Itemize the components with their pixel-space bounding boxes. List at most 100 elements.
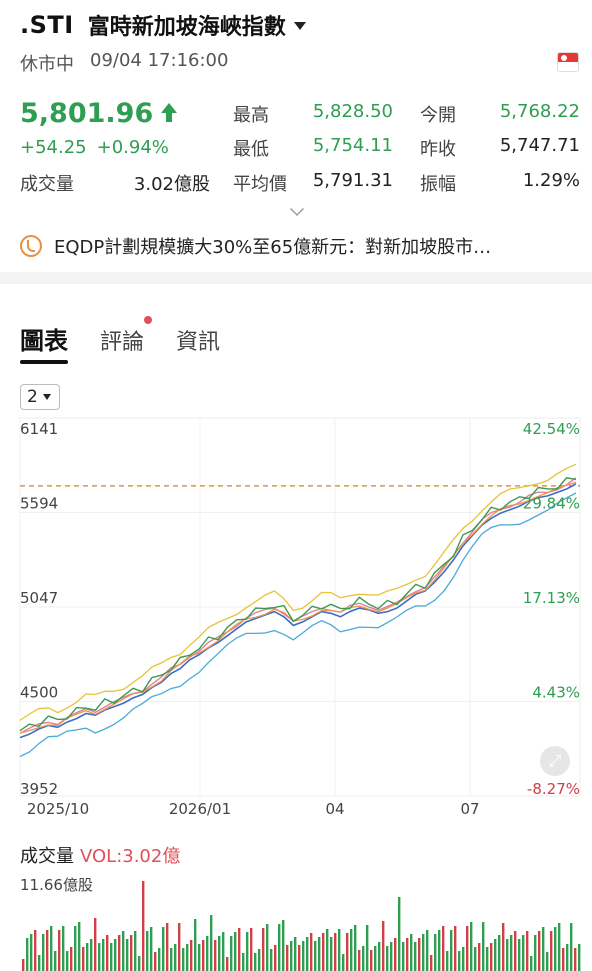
lower-band-line	[19, 492, 577, 758]
y-tick-label-percent: 42.54%	[523, 420, 580, 438]
volume-bar	[238, 928, 241, 971]
symbol-selector[interactable]: .STI 富時新加坡海峽指數	[20, 8, 306, 42]
period-selector[interactable]: 2	[20, 384, 60, 410]
stat-low: 最低 5,754.11	[233, 135, 393, 160]
volume-bar	[326, 929, 329, 971]
volume-bar	[390, 942, 393, 971]
price-chart-svg: 6141 5594 5047 4500 3952 42.54% 29.84% 17.13% 4.…	[19, 417, 581, 818]
volume-bar	[430, 955, 433, 971]
volume-bar	[394, 938, 397, 971]
tab-info[interactable]: 資訊	[176, 324, 220, 356]
chevron-down-icon	[42, 394, 51, 400]
volume-bar	[94, 918, 97, 971]
content-tabs: 圖表 評論 資訊	[20, 316, 252, 364]
volume-bar	[138, 956, 141, 971]
volume-bar	[386, 946, 389, 971]
volume-bar	[222, 932, 225, 971]
volume-bar	[314, 941, 317, 971]
volume-bar	[462, 947, 465, 971]
notification-dot	[144, 316, 153, 324]
y-tick-label-percent: -8.27%	[527, 780, 580, 798]
volume-bar	[162, 927, 165, 971]
volume-bar	[82, 947, 85, 971]
volume-bar	[114, 939, 117, 971]
news-ticker[interactable]: EQDP計劃規模擴大30%至65億新元：對新加坡股市…	[20, 233, 580, 259]
volume-bar	[546, 952, 549, 971]
period-value: 2	[27, 387, 38, 407]
volume-bar	[206, 936, 209, 971]
price-change-value: +54.25	[20, 137, 87, 158]
volume-bar	[34, 930, 37, 971]
singapore-flag-icon	[557, 52, 579, 72]
stat-label: 平均價	[233, 174, 287, 195]
stat-label: 昨收	[420, 139, 456, 160]
volume-bar	[310, 933, 313, 971]
volume-bar	[258, 949, 261, 971]
stat-average: 平均價 5,791.31	[233, 170, 393, 195]
price-chart[interactable]: 6141 5594 5047 4500 3952 42.54% 29.84% 17.13% 4.…	[0, 410, 592, 830]
up-arrow-icon	[161, 102, 178, 125]
volume-bar	[354, 925, 357, 971]
y-tick-label: 5594	[20, 495, 58, 513]
fullscreen-expand-icon[interactable]: ⤢	[540, 746, 570, 776]
volume-bar	[242, 953, 245, 971]
volume-bar	[494, 939, 497, 971]
section-divider	[0, 272, 592, 284]
volume-bar	[338, 929, 341, 971]
volume-bar	[458, 951, 461, 971]
volume-bar	[482, 922, 485, 971]
volume-bar	[214, 940, 217, 971]
volume-bar	[290, 941, 293, 971]
volume-bar	[202, 940, 205, 971]
volume-bar	[330, 937, 333, 971]
volume-bar	[178, 923, 181, 971]
volume-bar	[406, 938, 409, 971]
volume-bar	[234, 932, 237, 971]
volume-bar	[558, 923, 561, 971]
tab-label: 資訊	[176, 330, 221, 355]
volume-bar	[550, 931, 553, 971]
volume-bar	[438, 930, 441, 971]
x-tick-label: 2025/10	[27, 800, 89, 818]
y-tick-label: 6141	[20, 420, 58, 438]
symbol-ticker: .STI	[20, 11, 74, 39]
volume-bar	[398, 897, 401, 971]
index-name: 富時新加坡海峽指數	[87, 15, 286, 40]
volume-bar	[198, 944, 201, 971]
volume-bar	[102, 939, 105, 971]
tab-chart[interactable]: 圖表	[20, 321, 68, 364]
volume-bar	[118, 935, 121, 971]
upper-band-line	[19, 463, 577, 721]
volume-bar	[134, 931, 137, 971]
volume-bar	[470, 922, 473, 971]
tab-comments[interactable]: 評論	[100, 316, 153, 356]
volume-bar	[78, 922, 81, 971]
volume-bar	[122, 931, 125, 971]
volume-max-label: 11.66億股	[20, 876, 93, 894]
price-line	[19, 477, 577, 732]
volume-bar	[490, 943, 493, 971]
volume-bar	[498, 935, 501, 971]
volume-bar	[286, 945, 289, 971]
volume-bar	[578, 944, 581, 971]
volume-bar	[38, 955, 41, 971]
stat-value: 5,754.11	[312, 135, 393, 156]
volume-bar	[294, 937, 297, 971]
volume-bar	[426, 930, 429, 971]
volume-bar	[414, 942, 417, 971]
volume-bar	[90, 939, 93, 971]
volume-bar	[270, 949, 273, 971]
expand-stats-chevron-icon[interactable]	[290, 202, 304, 216]
volume-bar	[166, 923, 169, 971]
volume-bar	[86, 943, 89, 971]
volume-bar	[422, 934, 425, 971]
volume-bar	[334, 933, 337, 971]
stat-label: 振幅	[420, 174, 456, 195]
ma-pink-line	[19, 477, 577, 734]
dropdown-caret-icon	[293, 22, 306, 30]
stat-label: 最低	[233, 139, 269, 160]
volume-bar	[474, 947, 477, 971]
volume-bar	[378, 942, 381, 971]
volume-chart[interactable]: 11.66億股	[0, 870, 592, 971]
volume-bar	[170, 948, 173, 971]
